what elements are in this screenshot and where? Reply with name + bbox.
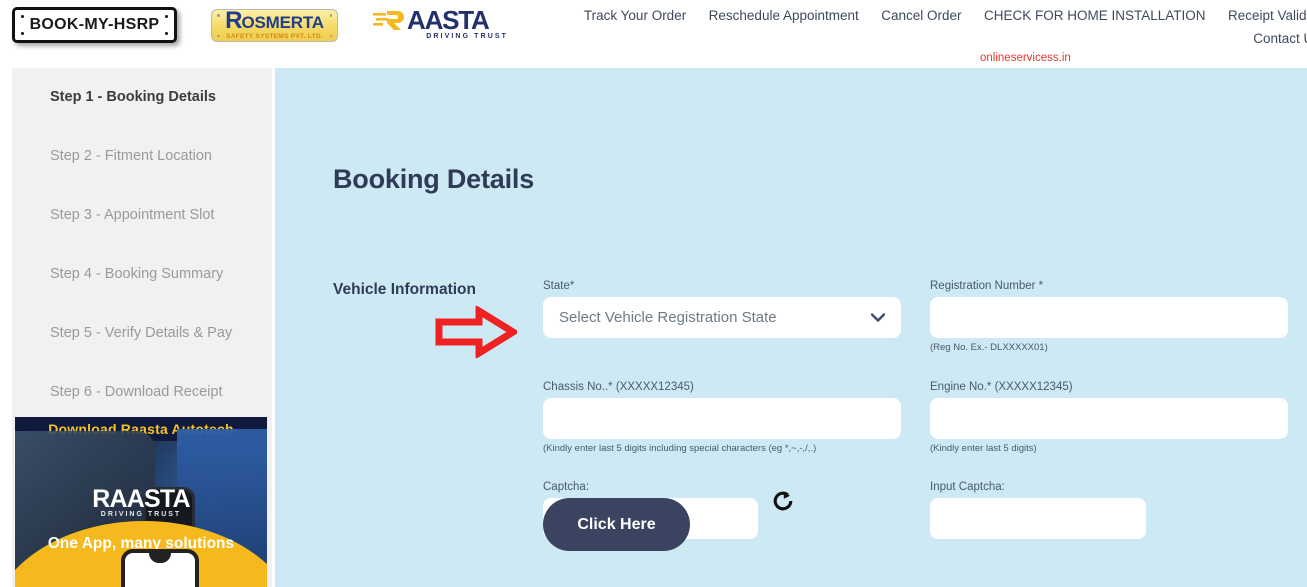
promo-phone-mockup	[121, 549, 199, 587]
rosmerta-logo-word: OSMERTA	[241, 13, 325, 33]
plate-screw-icon	[217, 34, 220, 37]
chassis-number-label: Chassis No..* (XXXXX12345)	[543, 381, 694, 393]
chevron-down-icon	[870, 310, 886, 325]
plate-screw-icon	[21, 32, 24, 35]
vehicle-information-heading: Vehicle Information	[333, 281, 476, 298]
site-header: BOOK-MY-HSRP R OSMERTA SAFETY SYSTEMS PV…	[0, 0, 1307, 68]
input-captcha-input[interactable]	[930, 498, 1146, 539]
input-captcha-field-group: Input Captcha:	[930, 481, 1146, 539]
rosmerta-logo-tagline: SAFETY SYSTEMS PVT. LTD.	[226, 32, 323, 40]
plate-screw-icon	[217, 14, 220, 17]
click-here-submit-button[interactable]: Click Here	[543, 498, 690, 551]
sidebar-item-step-6[interactable]: Step 6 - Download Receipt	[12, 363, 272, 422]
plate-screw-icon	[165, 15, 168, 18]
nav-check-home-installation[interactable]: CHECK FOR HOME INSTALLATION	[984, 8, 1206, 23]
promo-image: RAASTA DRIVING TRUST One App, many solut…	[15, 429, 267, 587]
page-root: BOOK-MY-HSRP R OSMERTA SAFETY SYSTEMS PV…	[0, 0, 1307, 587]
engine-number-field-group: Engine No.* (XXXXX12345) (Kindly enter l…	[930, 381, 1288, 454]
rosmerta-logo[interactable]: R OSMERTA SAFETY SYSTEMS PVT. LTD.	[211, 9, 338, 42]
sidebar-item-step-5[interactable]: Step 5 - Verify Details & Pay	[12, 304, 272, 363]
sidebar-item-step-3[interactable]: Step 3 - Appointment Slot	[12, 186, 272, 245]
promo-phone-notch-icon	[149, 552, 171, 563]
engine-number-label: Engine No.* (XXXXX12345)	[930, 381, 1073, 393]
registration-number-label: Registration Number *	[930, 280, 1044, 292]
book-my-hsrp-logo[interactable]: BOOK-MY-HSRP	[12, 7, 177, 43]
refresh-captcha-icon[interactable]	[772, 490, 794, 512]
plate-logo-text: BOOK-MY-HSRP	[29, 16, 160, 33]
page-title: Booking Details	[333, 164, 535, 194]
main-navigation: Track Your Order Reschedule Appointment …	[560, 0, 1307, 48]
engine-number-input[interactable]	[930, 398, 1288, 439]
nav-receipt-validity[interactable]: Receipt Validity	[1228, 8, 1307, 23]
registration-number-hint: (Reg No. Ex.- DLXXXXX01)	[930, 342, 1048, 353]
nav-track-your-order[interactable]: Track Your Order	[584, 8, 686, 23]
plate-screw-icon	[329, 14, 332, 17]
state-field-group: State* Select Vehicle Registration State	[543, 280, 901, 338]
plate-screw-icon	[165, 32, 168, 35]
promo-logo-tagline: DRIVING TRUST	[100, 511, 182, 518]
state-label: State*	[543, 280, 575, 292]
registration-number-input[interactable]	[930, 297, 1288, 338]
state-select[interactable]: Select Vehicle Registration State	[543, 297, 901, 338]
input-captcha-label: Input Captcha:	[930, 481, 1005, 493]
nav-contact-us[interactable]: Contact Us	[1253, 31, 1307, 46]
booking-main-panel: Booking Details Vehicle Information Stat…	[275, 68, 1307, 587]
raasta-speed-mark-icon	[373, 11, 404, 30]
site-watermark: onlineservicess.in	[980, 52, 1071, 64]
raasta-logo-word: AASTA	[407, 5, 490, 35]
promo-logo-word: RAASTA	[92, 485, 190, 513]
plate-screw-icon	[329, 34, 332, 37]
chassis-number-hint: (Kindly enter last 5 digits including sp…	[543, 443, 817, 454]
chassis-number-field-group: Chassis No..* (XXXXX12345) (Kindly enter…	[543, 381, 901, 454]
rosmerta-logo-mark: R	[225, 7, 242, 35]
sidebar-item-step-4[interactable]: Step 4 - Booking Summary	[12, 245, 272, 304]
raasta-logo[interactable]: AASTA DRIVING TRUST	[373, 5, 508, 42]
raasta-logo-tagline: DRIVING TRUST	[426, 33, 508, 40]
red-right-arrow-annotation-icon	[435, 306, 517, 358]
chassis-number-input[interactable]	[543, 398, 901, 439]
sidebar-item-step-2[interactable]: Step 2 - Fitment Location	[12, 127, 272, 186]
promo-banner[interactable]: Download Raasta Autotech RAASTA DRIVING …	[15, 417, 267, 587]
state-select-value: Select Vehicle Registration State	[559, 309, 777, 326]
steps-sidebar: Step 1 - Booking Details Step 2 - Fitmen…	[12, 68, 272, 587]
engine-number-hint: (Kindly enter last 5 digits)	[930, 443, 1037, 454]
plate-screw-icon	[21, 15, 24, 18]
nav-cancel-order[interactable]: Cancel Order	[881, 8, 961, 23]
captcha-label: Captcha:	[543, 481, 590, 493]
content-wrapper: Step 1 - Booking Details Step 2 - Fitmen…	[0, 68, 1307, 587]
registration-number-field-group: Registration Number * (Reg No. Ex.- DLXX…	[930, 280, 1288, 353]
sidebar-item-step-1[interactable]: Step 1 - Booking Details	[12, 68, 272, 127]
nav-reschedule-appointment[interactable]: Reschedule Appointment	[709, 8, 859, 23]
